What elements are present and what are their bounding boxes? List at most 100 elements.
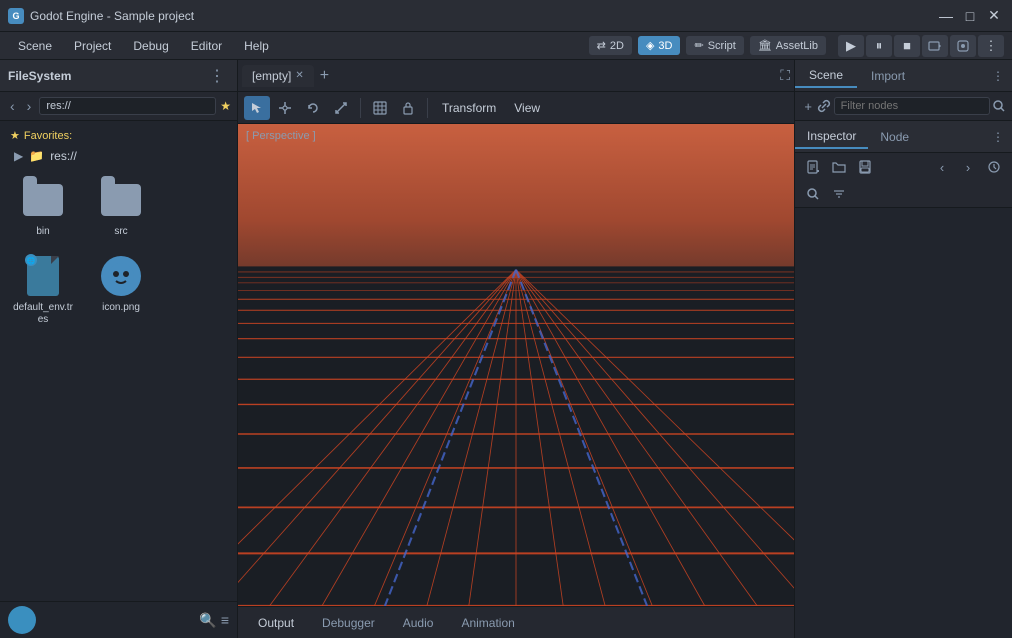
lock-tool-button[interactable] (395, 96, 421, 120)
inspector-content (795, 208, 1012, 638)
mode-script-button[interactable]: ✏ Script (686, 36, 743, 55)
file-grid: bin src 🌐 defa (0, 166, 237, 338)
node-tab[interactable]: Node (868, 126, 921, 148)
inspector-search-icon (807, 188, 819, 200)
global-icon (373, 101, 387, 115)
scene-toolbar: + (795, 92, 1012, 120)
scale-tool-button[interactable] (328, 96, 354, 120)
mode-2d-label: 2D (610, 40, 624, 52)
move-icon (278, 101, 292, 115)
menu-help[interactable]: Help (234, 36, 279, 56)
viewport-3d[interactable]: [ Perspective ] (238, 124, 794, 606)
save-button[interactable] (853, 156, 877, 178)
bin-folder-icon (21, 178, 65, 222)
inspector-section: Inspector Node ⋮ ‹ › (795, 121, 1012, 638)
scene-more-button[interactable]: ⋮ (984, 69, 1012, 83)
expand-icon: ▶ (14, 149, 23, 163)
viewport-expand-button[interactable]: ⛶ (780, 67, 790, 84)
select-tool-button[interactable] (244, 96, 270, 120)
bottom-tabs: Output Debugger Audio Animation (238, 606, 794, 638)
filesystem-more-button[interactable]: ⋮ (205, 66, 229, 86)
toolbar-separator-1 (360, 98, 361, 118)
favorites-label: ★ Favorites: (0, 125, 237, 146)
transform-button[interactable]: Transform (434, 98, 504, 118)
add-node-button[interactable]: + (801, 95, 815, 117)
inspector-toolbar-row2 (795, 181, 1012, 208)
menu-scene[interactable]: Scene (8, 36, 62, 56)
remote-button[interactable] (950, 35, 976, 57)
center-area: [empty] ✕ + ⛶ (238, 60, 794, 638)
btab-debugger[interactable]: Debugger (310, 612, 387, 634)
pause-button[interactable]: ⏸ (866, 35, 892, 57)
play-controls: ▶ ⏸ ■ ⋮ (838, 35, 1004, 57)
new-script-button[interactable] (801, 156, 825, 178)
script-icon: ✏ (694, 39, 703, 52)
minimize-button[interactable]: — (936, 6, 956, 26)
filter-icon (833, 188, 845, 200)
list-view-button[interactable]: ≡ (221, 612, 229, 629)
nav-forward-button[interactable]: › (23, 96, 36, 116)
inspector-tab[interactable]: Inspector (795, 125, 868, 149)
remote-icon (956, 39, 970, 53)
main-layout: FileSystem ⋮ ‹ › res:// ★ ★ Favorites: ▶… (0, 60, 1012, 638)
menu-bar: Scene Project Debug Editor Help ⇄ 2D ◈ 3… (0, 32, 1012, 60)
favorite-star-icon[interactable]: ★ (220, 99, 231, 113)
folder-icon: 📁 (29, 149, 44, 163)
next-history-button[interactable]: › (956, 156, 980, 178)
history-button[interactable] (982, 156, 1006, 178)
icon-label: icon.png (102, 302, 140, 314)
maximize-button[interactable]: □ (960, 6, 980, 26)
movie-icon (928, 39, 942, 53)
close-button[interactable]: ✕ (984, 6, 1004, 26)
file-item-icon[interactable]: icon.png (86, 250, 156, 330)
search-icon (993, 100, 1005, 112)
inspector-search-button[interactable] (801, 183, 825, 205)
rotate-tool-button[interactable] (300, 96, 326, 120)
empty-tab[interactable]: [empty] ✕ (242, 65, 314, 87)
tab-name: [empty] (252, 69, 291, 83)
search-files-button[interactable]: 🔍 (199, 612, 216, 629)
file-item-bin[interactable]: bin (8, 174, 78, 242)
mode-2d-button[interactable]: ⇄ 2D (589, 36, 632, 55)
filesystem-bottom: 🔍 ≡ (0, 601, 237, 638)
icon-file-icon (99, 254, 143, 298)
scene-panel-top: Scene Import ⋮ + (795, 60, 1012, 121)
menu-project[interactable]: Project (64, 36, 121, 56)
rotate-icon (306, 101, 320, 115)
res-root-item[interactable]: ▶ 📁 res:// (0, 146, 237, 166)
menu-debug[interactable]: Debug (123, 36, 178, 56)
open-file-button[interactable] (827, 156, 851, 178)
link-node-button[interactable] (817, 95, 831, 117)
link-icon (817, 99, 831, 113)
mode-3d-button[interactable]: ◈ 3D (638, 36, 681, 55)
import-tab[interactable]: Import (857, 65, 919, 87)
btab-animation[interactable]: Animation (449, 612, 526, 634)
global-tool-button[interactable] (367, 96, 393, 120)
tab-close-icon[interactable]: ✕ (295, 70, 303, 81)
more-button[interactable]: ⋮ (978, 35, 1004, 57)
lock-icon (401, 101, 415, 115)
btab-output[interactable]: Output (246, 612, 306, 634)
tab-add-button[interactable]: + (314, 67, 335, 85)
movie-button[interactable] (922, 35, 948, 57)
inspector-more-button[interactable]: ⋮ (984, 130, 1012, 144)
filter-nodes-input[interactable] (834, 97, 990, 115)
btab-audio[interactable]: Audio (391, 612, 446, 634)
mode-script-label: Script (708, 40, 736, 52)
search-nodes-button[interactable] (992, 95, 1006, 117)
menu-editor[interactable]: Editor (181, 36, 232, 56)
inspector-filter-button[interactable] (827, 183, 851, 205)
assetlib-icon: 🏛 (758, 39, 772, 52)
user-avatar (8, 606, 36, 634)
play-button[interactable]: ▶ (838, 35, 864, 57)
file-item-default-env[interactable]: 🌐 default_env.tres (8, 250, 78, 330)
file-item-src[interactable]: src (86, 174, 156, 242)
scene-tab[interactable]: Scene (795, 64, 857, 88)
mode-assetlib-button[interactable]: 🏛 AssetLib (750, 36, 826, 55)
left-sidebar: FileSystem ⋮ ‹ › res:// ★ ★ Favorites: ▶… (0, 60, 238, 638)
view-button[interactable]: View (506, 98, 548, 118)
move-tool-button[interactable] (272, 96, 298, 120)
nav-back-button[interactable]: ‹ (6, 96, 19, 116)
stop-button[interactable]: ■ (894, 35, 920, 57)
prev-history-button[interactable]: ‹ (930, 156, 954, 178)
